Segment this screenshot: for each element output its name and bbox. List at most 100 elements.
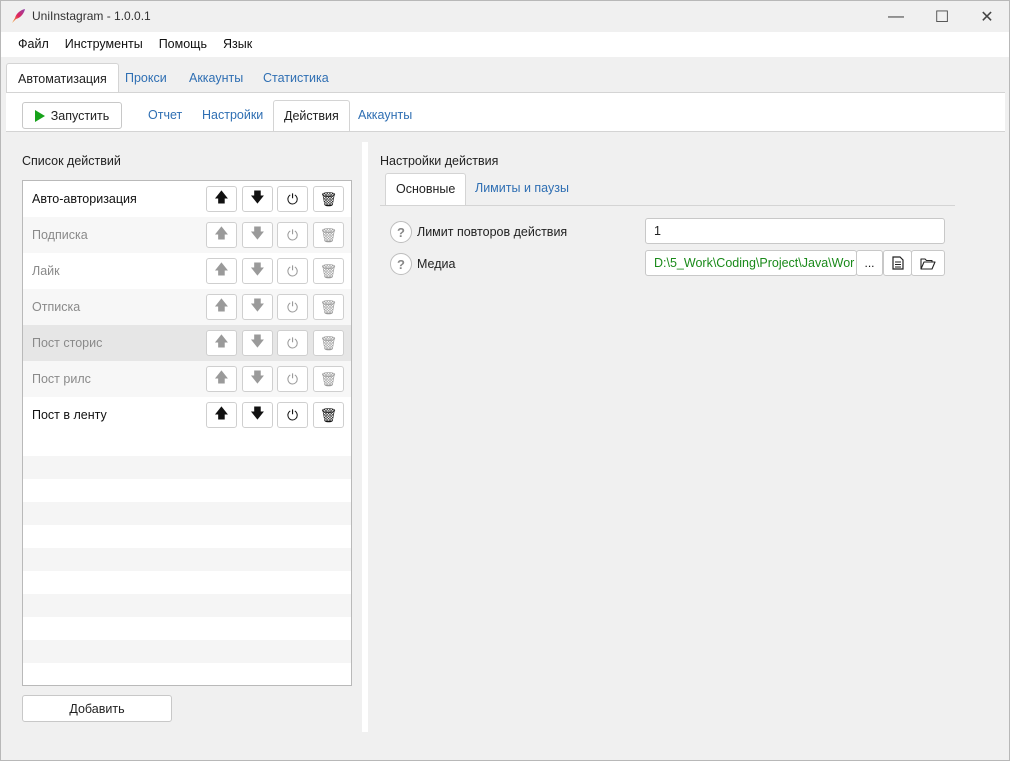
move-down-button[interactable]: 🡇	[242, 186, 273, 212]
delete-button[interactable]: 🗑	[313, 330, 344, 356]
tab-automation[interactable]: Автоматизация	[6, 63, 119, 93]
power-icon: ⏻	[286, 370, 299, 387]
automation-content: Запустить Отчет Настройки Действия Аккау…	[6, 92, 1005, 758]
tab-statistics[interactable]: Статистика	[263, 63, 329, 93]
run-button[interactable]: Запустить	[22, 102, 122, 129]
delete-button[interactable]: 🗑	[313, 294, 344, 320]
toggle-button[interactable]: ⏻	[277, 258, 308, 284]
move-down-button[interactable]: 🡇	[242, 222, 273, 248]
action-row[interactable]: Пост сторис 🡅 🡇 ⏻ 🗑	[23, 325, 351, 361]
move-up-button[interactable]: 🡅	[206, 186, 237, 212]
move-down-button[interactable]: 🡇	[242, 258, 273, 284]
tab-basic[interactable]: Основные	[385, 173, 467, 205]
empty-list-row	[23, 571, 351, 594]
tab-actions[interactable]: Действия	[273, 100, 350, 132]
delete-button[interactable]: 🗑	[313, 366, 344, 392]
menu-help[interactable]: Помощь	[151, 32, 215, 57]
arrow-up-icon: 🡅	[214, 405, 229, 421]
trash-icon: 🗑	[319, 334, 338, 351]
empty-list-row	[23, 456, 351, 479]
toggle-button[interactable]: ⏻	[277, 294, 308, 320]
delete-button[interactable]: 🗑	[313, 402, 344, 428]
media-path-input[interactable]: D:\5_Work\Coding\Project\Java\Wor	[645, 250, 857, 276]
minimize-button[interactable]: —	[873, 1, 919, 32]
tab-limits-pauses[interactable]: Лимиты и паузы	[475, 173, 569, 205]
arrow-down-icon: 🡇	[250, 405, 265, 421]
menu-tools[interactable]: Инструменты	[57, 32, 151, 57]
media-label: Медиа	[417, 257, 456, 271]
maximize-button[interactable]: ☐	[919, 1, 965, 32]
action-row-label: Пост сторис	[32, 336, 103, 350]
tab-settings[interactable]: Настройки	[202, 100, 263, 132]
panel-splitter[interactable]	[362, 142, 368, 732]
empty-list-row	[23, 663, 351, 685]
move-down-button[interactable]: 🡇	[242, 366, 273, 392]
move-up-button[interactable]: 🡅	[206, 222, 237, 248]
menu-bar: Файл Инструменты Помощь Язык	[1, 32, 1009, 57]
action-row[interactable]: Лайк 🡅 🡇 ⏻ 🗑	[23, 253, 351, 289]
actions-tab-panel: Список действий Авто-авторизация 🡅 🡇 ⏻ 🗑 Подп…	[6, 131, 1005, 758]
file-icon	[891, 256, 904, 270]
repeat-limit-help-icon[interactable]: ?	[390, 221, 412, 243]
arrow-up-icon: 🡅	[214, 333, 229, 349]
arrow-down-icon: 🡇	[250, 333, 265, 349]
action-row[interactable]: Пост рилс 🡅 🡇 ⏻ 🗑	[23, 361, 351, 397]
toggle-button[interactable]: ⏻	[277, 366, 308, 392]
tab-sub-accounts[interactable]: Аккаунты	[358, 100, 412, 132]
empty-list-row	[23, 617, 351, 640]
run-button-label: Запустить	[50, 108, 110, 123]
close-button[interactable]: ✕	[964, 1, 1010, 32]
arrow-up-icon: 🡅	[214, 261, 229, 277]
menu-language[interactable]: Язык	[215, 32, 260, 57]
add-action-button[interactable]: Добавить	[22, 695, 172, 722]
repeat-limit-label: Лимит повторов действия	[417, 225, 568, 239]
delete-button[interactable]: 🗑	[313, 186, 344, 212]
move-up-button[interactable]: 🡅	[206, 402, 237, 428]
power-icon: ⏻	[286, 406, 299, 423]
action-row[interactable]: Авто-авторизация 🡅 🡇 ⏻ 🗑	[23, 181, 351, 217]
media-browse-button[interactable]: ...	[856, 250, 883, 276]
media-file-button[interactable]	[883, 250, 912, 276]
move-up-button[interactable]: 🡅	[206, 258, 237, 284]
tab-report[interactable]: Отчет	[148, 100, 182, 132]
delete-button[interactable]: 🗑	[313, 222, 344, 248]
delete-button[interactable]: 🗑	[313, 258, 344, 284]
arrow-up-icon: 🡅	[214, 189, 229, 205]
move-up-button[interactable]: 🡅	[206, 366, 237, 392]
move-down-button[interactable]: 🡇	[242, 330, 273, 356]
arrow-up-icon: 🡅	[214, 297, 229, 313]
empty-list-row	[23, 640, 351, 663]
trash-icon: 🗑	[319, 262, 338, 279]
tab-divider	[380, 205, 955, 206]
title-bar[interactable]: UniInstagram - 1.0.0.1 — ☐ ✕	[1, 1, 1009, 32]
toggle-button[interactable]: ⏻	[277, 330, 308, 356]
empty-list-row	[23, 479, 351, 502]
action-row-label: Авто-авторизация	[32, 192, 137, 206]
action-row[interactable]: Пост в ленту 🡅 🡇 ⏻ 🗑	[23, 397, 351, 433]
action-row-label: Пост в ленту	[32, 408, 107, 422]
actions-list-title: Список действий	[22, 154, 121, 168]
arrow-down-icon: 🡇	[250, 369, 265, 385]
toggle-button[interactable]: ⏻	[277, 222, 308, 248]
move-up-button[interactable]: 🡅	[206, 294, 237, 320]
media-folder-button[interactable]	[911, 250, 945, 276]
app-window: UniInstagram - 1.0.0.1 — ☐ ✕ Файл Инстру…	[0, 0, 1010, 761]
move-down-button[interactable]: 🡇	[242, 294, 273, 320]
action-row-label: Пост рилс	[32, 372, 91, 386]
move-down-button[interactable]: 🡇	[242, 402, 273, 428]
trash-icon: 🗑	[319, 406, 338, 423]
repeat-limit-input[interactable]: 1	[645, 218, 945, 244]
tab-proxy[interactable]: Прокси	[125, 63, 167, 93]
empty-list-row	[23, 594, 351, 617]
move-up-button[interactable]: 🡅	[206, 330, 237, 356]
toggle-button[interactable]: ⏻	[277, 186, 308, 212]
action-row[interactable]: Отписка 🡅 🡇 ⏻ 🗑	[23, 289, 351, 325]
arrow-down-icon: 🡇	[250, 297, 265, 313]
power-icon: ⏻	[286, 262, 299, 279]
action-row[interactable]: Подписка 🡅 🡇 ⏻ 🗑	[23, 217, 351, 253]
arrow-down-icon: 🡇	[250, 261, 265, 277]
media-help-icon[interactable]: ?	[390, 253, 412, 275]
toggle-button[interactable]: ⏻	[277, 402, 308, 428]
tab-accounts[interactable]: Аккаунты	[189, 63, 243, 93]
menu-file[interactable]: Файл	[10, 32, 57, 57]
